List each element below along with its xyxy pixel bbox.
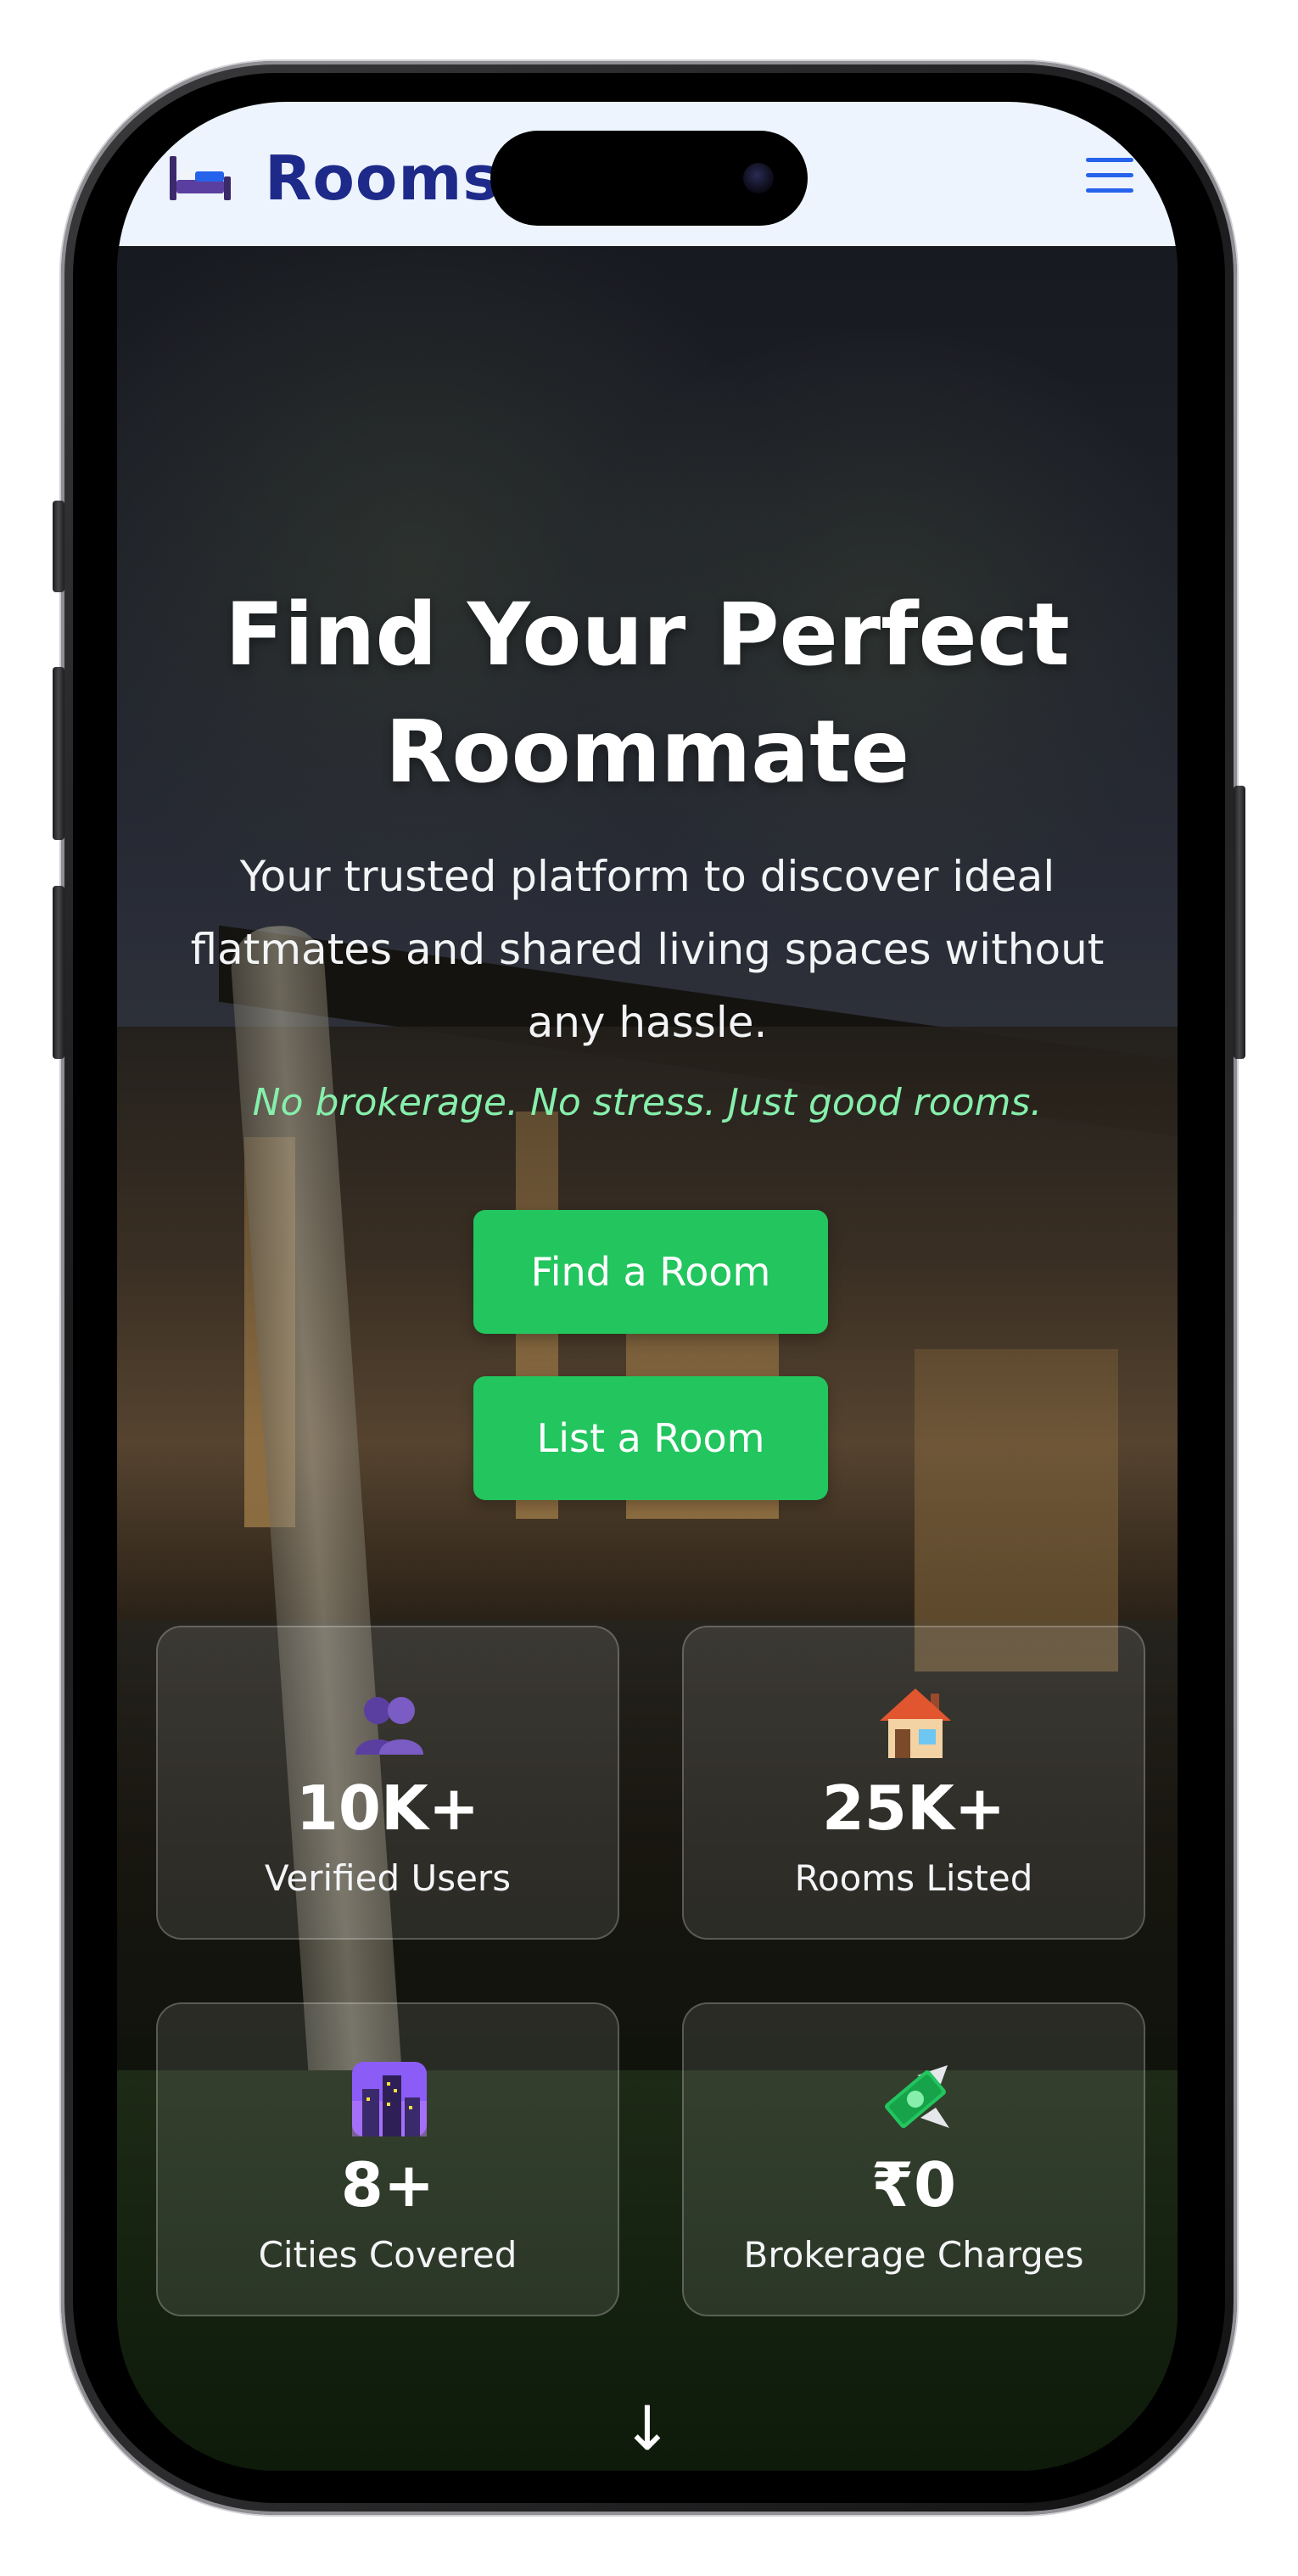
house-window	[915, 1349, 1118, 1672]
stat-value: 8+	[340, 2149, 435, 2220]
volume-down-button	[53, 886, 64, 1059]
phone-screen: Roomsl Find Your Perfect Roommate Your t…	[117, 102, 1178, 2471]
volume-up-button	[53, 667, 64, 840]
stat-card-rooms: 25K+ Rooms Listed	[682, 1626, 1145, 1940]
stat-value: 10K+	[295, 1772, 480, 1844]
list-room-button[interactable]: List a Room	[473, 1376, 828, 1500]
front-camera-icon	[743, 163, 774, 193]
stat-card-users: 10K+ Verified Users	[156, 1626, 619, 1940]
brand-name: Roomsl	[265, 143, 522, 214]
stat-label: Brokerage Charges	[743, 2234, 1084, 2276]
bed-icon	[168, 154, 232, 202]
hero-section: Find Your Perfect Roommate Your trusted …	[117, 246, 1178, 2471]
stat-value: 25K+	[821, 1772, 1006, 1844]
house-icon	[875, 1682, 956, 1763]
dynamic-island	[490, 131, 808, 226]
cityscape-icon	[349, 2058, 430, 2140]
power-button	[1234, 786, 1245, 1059]
brand-logo[interactable]: Roomsl	[168, 143, 522, 214]
scroll-down-arrow-icon[interactable]: ↓	[605, 2393, 690, 2469]
stat-label: Rooms Listed	[794, 1857, 1033, 1899]
stat-value: ₹0	[870, 2149, 957, 2220]
users-icon	[349, 1682, 430, 1763]
stat-label: Verified Users	[264, 1857, 512, 1899]
hero-subtitle: Your trusted platform to discover ideal …	[190, 852, 1105, 1047]
action-button	[53, 501, 64, 592]
find-room-button[interactable]: Find a Room	[473, 1210, 828, 1334]
hero-tagline: No brokerage. No stress. Just good rooms…	[252, 1081, 1043, 1124]
money-with-wings-icon	[875, 2058, 956, 2140]
hero-title: Find Your Perfect Roommate	[225, 585, 1070, 803]
stat-card-brokerage: ₹0 Brokerage Charges	[682, 2002, 1145, 2316]
stat-label: Cities Covered	[258, 2234, 518, 2276]
stat-card-cities: 8+ Cities Covered	[156, 2002, 619, 2316]
hamburger-menu-icon[interactable]	[1086, 154, 1137, 195]
